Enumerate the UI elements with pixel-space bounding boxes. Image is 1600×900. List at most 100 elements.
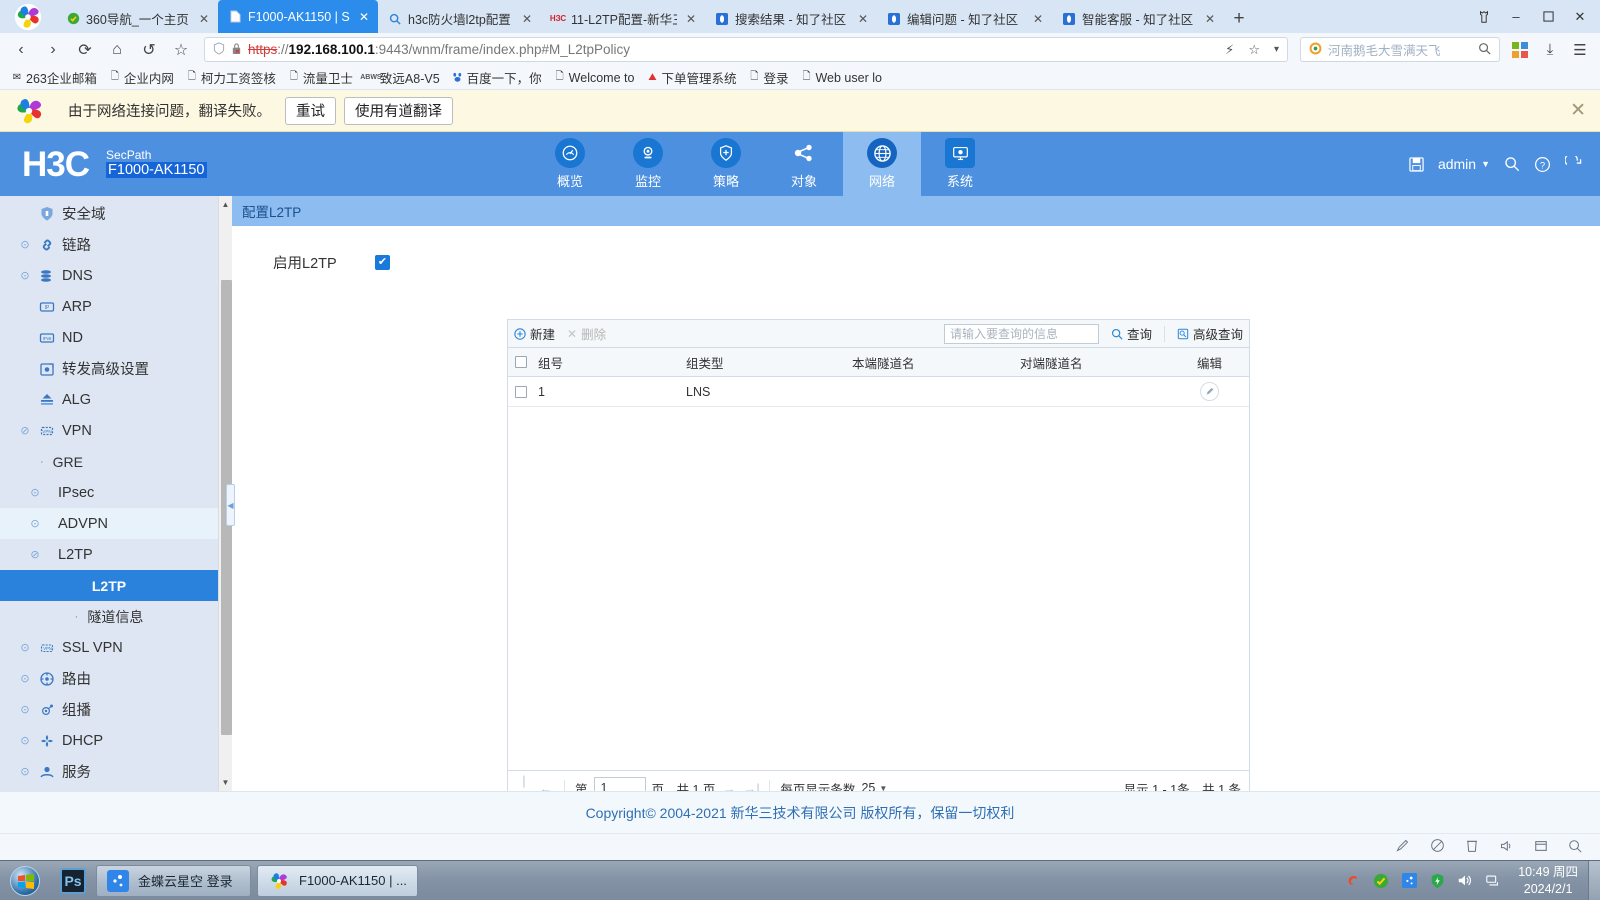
help-icon[interactable]: ? <box>1534 156 1551 173</box>
tab-close-icon[interactable]: ✕ <box>356 11 372 23</box>
table-row[interactable]: 1 LNS <box>508 377 1249 407</box>
translate-youdao-button[interactable]: 使用有道翻译 <box>344 96 453 125</box>
sidebar-item-link[interactable]: ⊙ 链路 <box>0 229 218 260</box>
trash-icon[interactable] <box>1465 838 1479 856</box>
select-all-checkbox[interactable] <box>515 356 527 368</box>
history-button[interactable]: ↺ <box>134 36 164 64</box>
nav-item-object[interactable]: 对象 <box>765 132 843 196</box>
window-icon[interactable] <box>1534 839 1548 856</box>
browser-tab-4[interactable]: 搜索结果 - 知了社区 ✕ <box>705 4 877 33</box>
sidebar-item-advpn[interactable]: ⊙ ADVPN <box>0 508 218 539</box>
favorite-star-icon[interactable]: ☆ <box>1248 42 1260 58</box>
last-page-icon[interactable]: →| <box>743 781 759 792</box>
skin-icon[interactable] <box>1468 0 1500 33</box>
bookmark-item[interactable]: ✉ 263企业邮箱 <box>6 68 102 88</box>
back-button[interactable]: ‹ <box>6 36 36 64</box>
expand-icon[interactable]: ⊙ <box>18 269 32 283</box>
logout-icon[interactable] <box>1565 155 1582 173</box>
search-input[interactable]: 河南鹅毛大雪满天飞 <box>1328 40 1472 59</box>
translate-close-icon[interactable]: ✕ <box>1570 99 1590 122</box>
sidebar-item-dns[interactable]: ⊙ DNS <box>0 260 218 291</box>
sidebar-item-route[interactable]: ⊙ 路由 <box>0 663 218 694</box>
column-header-peer-tunnel[interactable]: 对端隧道名 <box>1020 353 1170 372</box>
tab-close-icon[interactable]: ✕ <box>1202 13 1218 25</box>
user-menu[interactable]: admin ▼ <box>1438 156 1490 172</box>
360-shield-icon[interactable] <box>1428 872 1446 890</box>
column-header-local-tunnel[interactable]: 本端隧道名 <box>852 353 1020 372</box>
next-page-icon[interactable]: → <box>721 781 737 792</box>
sidebar-item-l2tp[interactable]: ⊘ L2TP <box>0 539 218 570</box>
query-button[interactable]: 查询 <box>1111 324 1152 343</box>
sidebar-item-security-zone[interactable]: 安全域 <box>0 198 218 229</box>
browser-tab-2[interactable]: h3c防火墙l2tp配置 - ✕ <box>378 4 541 33</box>
sidebar-collapse-handle[interactable]: ◀ <box>226 484 235 526</box>
browser-tab-1[interactable]: F1000-AK1150 | Sec ✕ <box>218 0 378 33</box>
minimize-icon[interactable]: – <box>1500 0 1532 33</box>
expand-icon[interactable]: ⊙ <box>28 486 42 500</box>
apps-grid-icon[interactable] <box>1506 36 1534 64</box>
tab-close-icon[interactable]: ✕ <box>1030 13 1046 25</box>
sidebar-item-arp[interactable]: IP ARP <box>0 291 218 322</box>
sidebar-item-gre[interactable]: · GRE <box>0 446 218 477</box>
forward-button[interactable]: › <box>38 36 68 64</box>
row-checkbox[interactable] <box>515 385 527 398</box>
browser-tab-5[interactable]: 编辑问题 - 知了社区 ✕ <box>877 4 1052 33</box>
header-search-icon[interactable] <box>1504 156 1520 172</box>
browser-tab-0[interactable]: 360导航_一个主页，主 ✕ <box>56 4 218 33</box>
start-button[interactable] <box>0 865 50 896</box>
volume-icon[interactable] <box>1456 872 1474 890</box>
reload-button[interactable]: ⟳ <box>70 36 100 64</box>
tab-close-icon[interactable]: ✕ <box>855 13 871 25</box>
nav-item-monitor[interactable]: 监控 <box>609 132 687 196</box>
zoom-icon[interactable] <box>1568 839 1582 856</box>
tab-close-icon[interactable]: ✕ <box>519 13 535 25</box>
scroll-up-icon[interactable]: ▲ <box>222 196 230 213</box>
nav-item-network[interactable]: 网络 <box>843 132 921 196</box>
expand-icon[interactable]: ⊙ <box>18 734 32 748</box>
tab-close-icon[interactable]: ✕ <box>683 13 699 25</box>
network-icon[interactable] <box>1484 872 1502 890</box>
bookmark-item[interactable]: 百度一下，你 <box>447 68 547 88</box>
bookmark-item[interactable]: 🗋 企业内网 <box>104 68 179 88</box>
360-icon[interactable] <box>1372 872 1390 890</box>
sidebar-item-tunnel-info[interactable]: · 隧道信息 <box>0 601 218 632</box>
nav-item-policy[interactable]: 策略 <box>687 132 765 196</box>
address-bar[interactable]: https://192.168.100.1:9443/wnm/frame/ind… <box>204 37 1288 62</box>
lightning-icon[interactable]: ⚡ <box>1225 42 1234 58</box>
nav-item-overview[interactable]: 概览 <box>531 132 609 196</box>
bookmark-item[interactable]: 🗋 柯力工资签核 <box>181 68 281 88</box>
first-page-icon[interactable]: |← <box>516 773 532 791</box>
restore-icon[interactable] <box>1532 0 1564 33</box>
new-button[interactable]: 新建 <box>514 324 555 343</box>
download-icon[interactable]: ⤓ <box>1536 36 1564 64</box>
expand-icon[interactable]: ⊙ <box>18 672 32 686</box>
sogou-icon[interactable] <box>1344 872 1362 890</box>
sidebar-item-nd[interactable]: IPv6 ND <box>0 322 218 353</box>
browser-tab-3[interactable]: НЗС 11-L2TP配置-新华三 ✕ <box>541 4 705 33</box>
home-button[interactable]: ⌂ <box>102 36 132 64</box>
taskbar-clock[interactable]: 10:49 周四 2024/2/1 <box>1508 864 1588 898</box>
chevron-down-icon[interactable]: ▾ <box>1274 44 1279 55</box>
per-page-select[interactable]: 25 ▼ <box>861 781 887 791</box>
bookmark-item[interactable]: 🗋 流量卫士 <box>283 68 358 88</box>
column-header-group-no[interactable]: 组号 <box>534 353 686 372</box>
save-config-button[interactable] <box>1409 156 1424 172</box>
expand-icon[interactable]: ⊙ <box>28 517 42 531</box>
expand-icon[interactable]: ⊙ <box>18 765 32 779</box>
sidebar-item-ssl-vpn[interactable]: ⊙ VPN SSL VPN <box>0 632 218 663</box>
collapse-icon[interactable]: ⊘ <box>28 548 42 562</box>
sidebar-item-forward-advanced[interactable]: 转发高级设置 <box>0 353 218 384</box>
bookmark-button[interactable]: ☆ <box>166 36 196 64</box>
mute-icon[interactable] <box>1430 838 1445 856</box>
column-header-group-type[interactable]: 组类型 <box>686 353 852 372</box>
browser-search-box[interactable]: 河南鹅毛大雪满天飞 <box>1300 37 1500 62</box>
taskbar-button-firewall[interactable]: F1000-AK1150 | ... <box>257 864 418 897</box>
bookmark-item[interactable]: ⛰ 下单管理系统 <box>641 68 741 88</box>
sidebar-item-dhcp[interactable]: ⊙ DHCP <box>0 725 218 756</box>
expand-icon[interactable]: ⊙ <box>18 641 32 655</box>
translate-retry-button[interactable]: 重试 <box>285 96 336 125</box>
taskbar-button-kingdee[interactable]: 金蝶云星空 登录 <box>96 864 251 897</box>
sidebar-item-multicast[interactable]: ⊙ 组播 <box>0 694 218 725</box>
sidebar-item-l2tp-config[interactable]: L2TP <box>0 570 218 601</box>
sidebar-item-service[interactable]: ⊙ 服务 <box>0 756 218 787</box>
